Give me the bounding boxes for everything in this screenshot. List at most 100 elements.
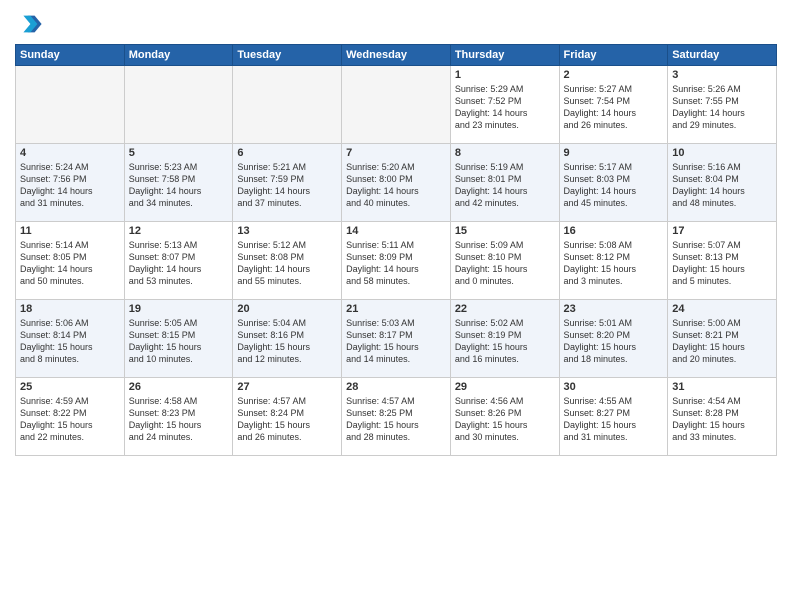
day-number: 11: [20, 225, 120, 237]
day-number: 4: [20, 147, 120, 159]
day-number: 22: [455, 303, 555, 315]
day-info: Sunrise: 4:55 AM Sunset: 8:27 PM Dayligh…: [564, 395, 664, 444]
calendar-cell: 20 Sunrise: 5:04 AM Sunset: 8:16 PM Dayli…: [233, 300, 342, 378]
day-number: 20: [237, 303, 337, 315]
day-number: 27: [237, 381, 337, 393]
calendar-cell: 31 Sunrise: 4:54 AM Sunset: 8:28 PM Dayli…: [668, 378, 777, 456]
day-info: Sunrise: 5:21 AM Sunset: 7:59 PM Dayligh…: [237, 161, 337, 210]
weekday-header-friday: Friday: [559, 45, 668, 66]
day-info: Sunrise: 5:13 AM Sunset: 8:07 PM Dayligh…: [129, 239, 229, 288]
calendar-cell: 7 Sunrise: 5:20 AM Sunset: 8:00 PM Daylig…: [342, 144, 451, 222]
day-number: 31: [672, 381, 772, 393]
calendar-cell: 13 Sunrise: 5:12 AM Sunset: 8:08 PM Dayli…: [233, 222, 342, 300]
day-info: Sunrise: 5:26 AM Sunset: 7:55 PM Dayligh…: [672, 83, 772, 132]
day-number: 2: [564, 69, 664, 81]
calendar-cell: 29Sunrise: 4:56 AM Sunset: 8:26 PM Dayli…: [450, 378, 559, 456]
calendar-cell: 15 Sunrise: 5:09 AM Sunset: 8:10 PM Dayli…: [450, 222, 559, 300]
day-number: 21: [346, 303, 446, 315]
day-number: 29: [455, 381, 555, 393]
calendar-cell: 18Sunrise: 5:06 AM Sunset: 8:14 PM Dayli…: [16, 300, 125, 378]
day-info: Sunrise: 5:12 AM Sunset: 8:08 PM Dayligh…: [237, 239, 337, 288]
calendar-cell: 23 Sunrise: 5:01 AM Sunset: 8:20 PM Dayli…: [559, 300, 668, 378]
day-info: Sunrise: 4:57 AM Sunset: 8:24 PM Dayligh…: [237, 395, 337, 444]
day-info: Sunrise: 5:29 AM Sunset: 7:52 PM Dayligh…: [455, 83, 555, 132]
day-number: 23: [564, 303, 664, 315]
day-number: 28: [346, 381, 446, 393]
calendar-cell: 26Sunrise: 4:58 AM Sunset: 8:23 PM Dayli…: [124, 378, 233, 456]
day-number: 26: [129, 381, 229, 393]
day-number: 7: [346, 147, 446, 159]
week-row-4: 18Sunrise: 5:06 AM Sunset: 8:14 PM Dayli…: [16, 300, 777, 378]
calendar-cell: [233, 66, 342, 144]
day-number: 8: [455, 147, 555, 159]
calendar-cell: 1 Sunrise: 5:29 AM Sunset: 7:52 PM Daylig…: [450, 66, 559, 144]
day-number: 13: [237, 225, 337, 237]
calendar-cell: 6 Sunrise: 5:21 AM Sunset: 7:59 PM Daylig…: [233, 144, 342, 222]
weekday-header-row: SundayMondayTuesdayWednesdayThursdayFrid…: [16, 45, 777, 66]
calendar-cell: 25 Sunrise: 4:59 AM Sunset: 8:22 PM Dayli…: [16, 378, 125, 456]
page: SundayMondayTuesdayWednesdayThursdayFrid…: [0, 0, 792, 612]
day-info: Sunrise: 5:01 AM Sunset: 8:20 PM Dayligh…: [564, 317, 664, 366]
calendar-cell: 30 Sunrise: 4:55 AM Sunset: 8:27 PM Dayli…: [559, 378, 668, 456]
day-info: Sunrise: 5:24 AM Sunset: 7:56 PM Dayligh…: [20, 161, 120, 210]
day-number: 30: [564, 381, 664, 393]
calendar-cell: 2 Sunrise: 5:27 AM Sunset: 7:54 PM Daylig…: [559, 66, 668, 144]
logo: [15, 10, 47, 38]
day-number: 15: [455, 225, 555, 237]
day-number: 24: [672, 303, 772, 315]
day-info: Sunrise: 5:07 AM Sunset: 8:13 PM Dayligh…: [672, 239, 772, 288]
day-number: 19: [129, 303, 229, 315]
day-info: Sunrise: 5:05 AM Sunset: 8:15 PM Dayligh…: [129, 317, 229, 366]
calendar-cell: 5 Sunrise: 5:23 AM Sunset: 7:58 PM Daylig…: [124, 144, 233, 222]
calendar-cell: [16, 66, 125, 144]
day-info: Sunrise: 4:54 AM Sunset: 8:28 PM Dayligh…: [672, 395, 772, 444]
week-row-5: 25 Sunrise: 4:59 AM Sunset: 8:22 PM Dayli…: [16, 378, 777, 456]
calendar-cell: 27 Sunrise: 4:57 AM Sunset: 8:24 PM Dayli…: [233, 378, 342, 456]
week-row-3: 11 Sunrise: 5:14 AM Sunset: 8:05 PM Dayli…: [16, 222, 777, 300]
calendar-cell: 22 Sunrise: 5:02 AM Sunset: 8:19 PM Dayli…: [450, 300, 559, 378]
calendar-cell: 28Sunrise: 4:57 AM Sunset: 8:25 PM Dayli…: [342, 378, 451, 456]
day-info: Sunrise: 5:19 AM Sunset: 8:01 PM Dayligh…: [455, 161, 555, 210]
calendar: SundayMondayTuesdayWednesdayThursdayFrid…: [15, 44, 777, 456]
day-info: Sunrise: 4:59 AM Sunset: 8:22 PM Dayligh…: [20, 395, 120, 444]
weekday-header-tuesday: Tuesday: [233, 45, 342, 66]
calendar-cell: 3 Sunrise: 5:26 AM Sunset: 7:55 PM Daylig…: [668, 66, 777, 144]
logo-icon: [15, 10, 43, 38]
weekday-header-sunday: Sunday: [16, 45, 125, 66]
weekday-header-thursday: Thursday: [450, 45, 559, 66]
calendar-cell: 19 Sunrise: 5:05 AM Sunset: 8:15 PM Dayli…: [124, 300, 233, 378]
day-number: 10: [672, 147, 772, 159]
calendar-cell: 11 Sunrise: 5:14 AM Sunset: 8:05 PM Dayli…: [16, 222, 125, 300]
day-info: Sunrise: 5:02 AM Sunset: 8:19 PM Dayligh…: [455, 317, 555, 366]
day-info: Sunrise: 5:17 AM Sunset: 8:03 PM Dayligh…: [564, 161, 664, 210]
day-number: 5: [129, 147, 229, 159]
week-row-1: 1 Sunrise: 5:29 AM Sunset: 7:52 PM Daylig…: [16, 66, 777, 144]
day-info: Sunrise: 5:03 AM Sunset: 8:17 PM Dayligh…: [346, 317, 446, 366]
day-number: 1: [455, 69, 555, 81]
calendar-cell: 14Sunrise: 5:11 AM Sunset: 8:09 PM Dayli…: [342, 222, 451, 300]
calendar-cell: 4 Sunrise: 5:24 AM Sunset: 7:56 PM Daylig…: [16, 144, 125, 222]
calendar-cell: 10 Sunrise: 5:16 AM Sunset: 8:04 PM Dayli…: [668, 144, 777, 222]
weekday-header-monday: Monday: [124, 45, 233, 66]
calendar-cell: 12 Sunrise: 5:13 AM Sunset: 8:07 PM Dayli…: [124, 222, 233, 300]
calendar-cell: 9Sunrise: 5:17 AM Sunset: 8:03 PM Daylig…: [559, 144, 668, 222]
week-row-2: 4 Sunrise: 5:24 AM Sunset: 7:56 PM Daylig…: [16, 144, 777, 222]
day-info: Sunrise: 5:04 AM Sunset: 8:16 PM Dayligh…: [237, 317, 337, 366]
day-number: 17: [672, 225, 772, 237]
day-info: Sunrise: 5:08 AM Sunset: 8:12 PM Dayligh…: [564, 239, 664, 288]
day-number: 6: [237, 147, 337, 159]
calendar-cell: 21 Sunrise: 5:03 AM Sunset: 8:17 PM Dayli…: [342, 300, 451, 378]
day-number: 25: [20, 381, 120, 393]
calendar-cell: [124, 66, 233, 144]
day-info: Sunrise: 5:20 AM Sunset: 8:00 PM Dayligh…: [346, 161, 446, 210]
day-info: Sunrise: 5:23 AM Sunset: 7:58 PM Dayligh…: [129, 161, 229, 210]
day-info: Sunrise: 5:27 AM Sunset: 7:54 PM Dayligh…: [564, 83, 664, 132]
day-number: 12: [129, 225, 229, 237]
day-info: Sunrise: 5:16 AM Sunset: 8:04 PM Dayligh…: [672, 161, 772, 210]
day-number: 3: [672, 69, 772, 81]
calendar-cell: 24 Sunrise: 5:00 AM Sunset: 8:21 PM Dayli…: [668, 300, 777, 378]
day-info: Sunrise: 5:09 AM Sunset: 8:10 PM Dayligh…: [455, 239, 555, 288]
weekday-header-wednesday: Wednesday: [342, 45, 451, 66]
day-info: Sunrise: 5:00 AM Sunset: 8:21 PM Dayligh…: [672, 317, 772, 366]
day-info: Sunrise: 5:14 AM Sunset: 8:05 PM Dayligh…: [20, 239, 120, 288]
